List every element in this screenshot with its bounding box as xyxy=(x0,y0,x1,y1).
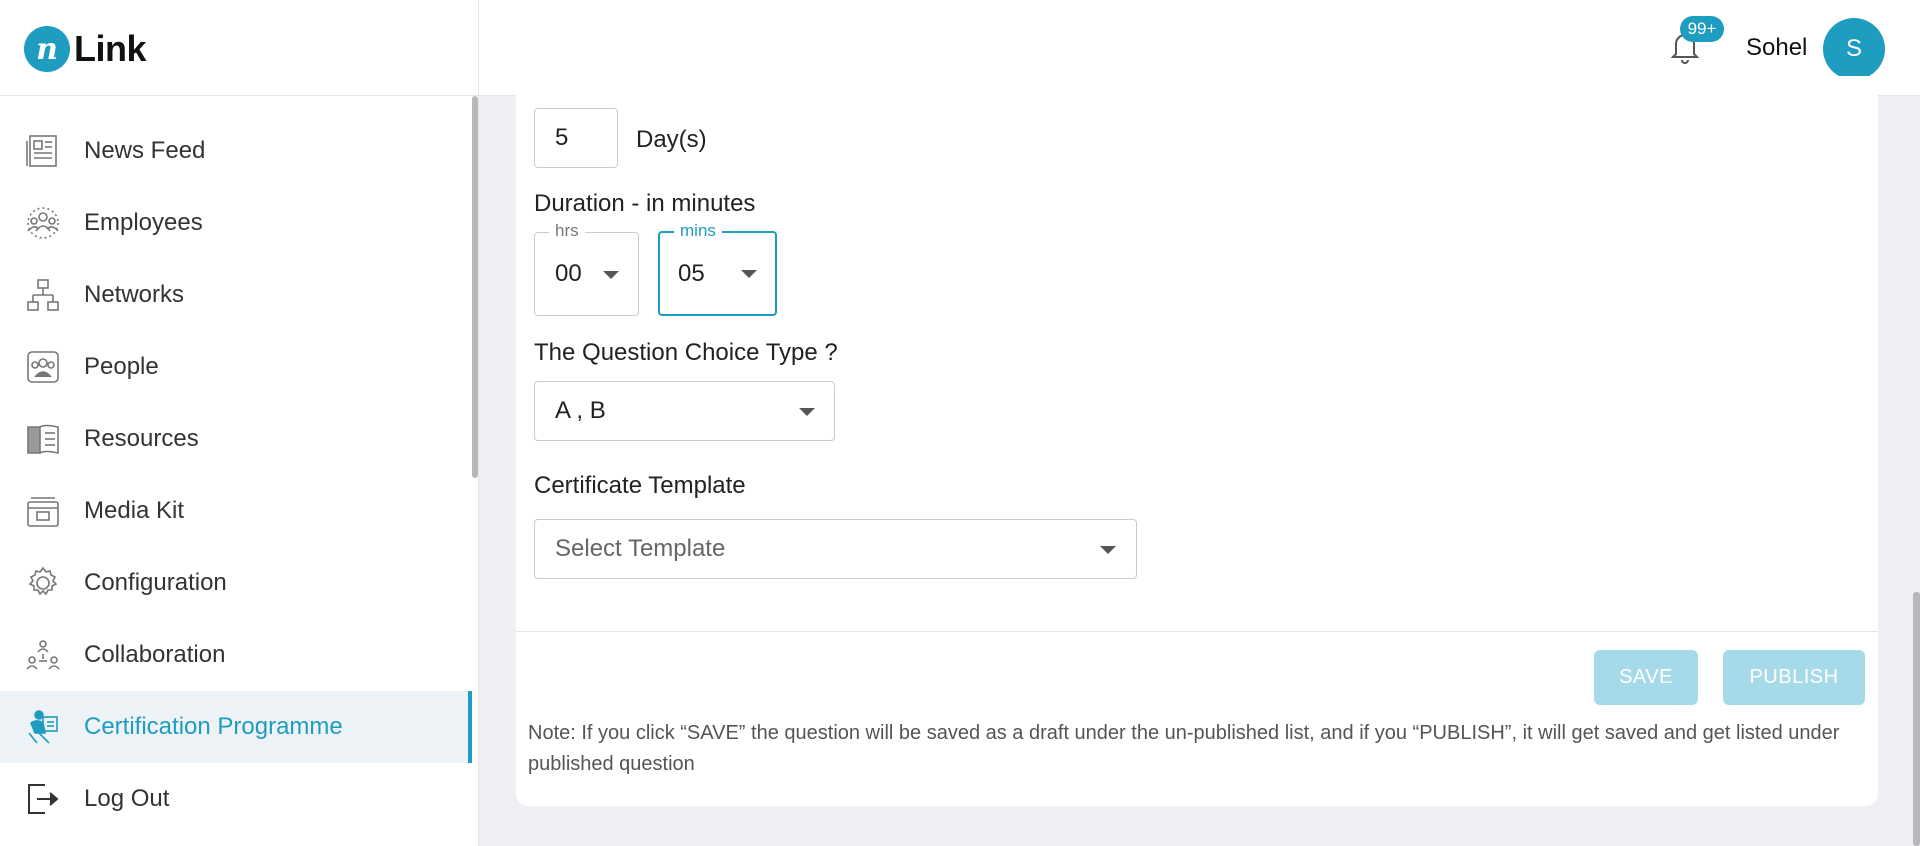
logo-text: Link xyxy=(74,28,147,69)
page-scrollbar-thumb[interactable] xyxy=(1913,592,1920,846)
minutes-select[interactable]: mins 05 xyxy=(658,221,777,316)
employees-icon xyxy=(24,204,62,242)
sidebar-item-label: Log Out xyxy=(84,785,170,812)
sidebar-item-label: Media Kit xyxy=(84,497,185,524)
newspaper-icon xyxy=(24,132,62,170)
chevron-down-icon xyxy=(1100,546,1116,554)
duration-title: Duration - in minutes xyxy=(534,190,756,217)
sidebar: n Link News Feed Employees Networks Peop… xyxy=(0,0,479,846)
choice-type-value: A , B xyxy=(555,397,606,424)
choice-type-select[interactable]: A , B xyxy=(534,381,835,441)
save-button[interactable]: SAVE xyxy=(1594,650,1698,705)
chevron-down-icon xyxy=(741,270,757,278)
network-icon xyxy=(24,276,62,314)
sidebar-item-log-out[interactable]: Log Out xyxy=(0,763,472,835)
hours-select-value: 00 xyxy=(555,260,582,287)
choice-type-title: The Question Choice Type ? xyxy=(534,339,838,366)
chevron-down-icon xyxy=(799,408,815,416)
sidebar-item-label: Employees xyxy=(84,209,203,236)
sidebar-item-people[interactable]: People xyxy=(0,331,472,403)
sidebar-item-label: Networks xyxy=(84,281,185,308)
sidebar-item-label: Resources xyxy=(84,425,199,452)
people-icon xyxy=(24,348,62,386)
publish-button[interactable]: PUBLISH xyxy=(1723,650,1865,705)
sidebar-item-label: People xyxy=(84,353,159,380)
certificate-template-select[interactable]: Select Template xyxy=(534,519,1137,579)
sidebar-nav: News Feed Employees Networks People Reso… xyxy=(0,115,472,835)
chevron-down-icon xyxy=(603,271,619,279)
sidebar-item-employees[interactable]: Employees xyxy=(0,187,472,259)
media-kit-icon xyxy=(24,492,62,530)
app-logo[interactable]: n Link xyxy=(24,26,147,72)
sidebar-item-label: News Feed xyxy=(84,137,206,164)
logo-badge: n xyxy=(24,26,70,72)
hours-select-label: hrs xyxy=(549,221,585,241)
sidebar-item-news-feed[interactable]: News Feed xyxy=(0,115,472,187)
gear-icon xyxy=(24,564,62,602)
sidebar-item-media-kit[interactable]: Media Kit xyxy=(0,475,472,547)
certification-icon xyxy=(24,708,62,746)
sidebar-item-certification-programme[interactable]: Certification Programme xyxy=(0,691,472,763)
sidebar-divider xyxy=(0,95,478,96)
sidebar-item-networks[interactable]: Networks xyxy=(0,259,472,331)
user-name[interactable]: Sohel xyxy=(1746,34,1807,62)
notification-badge: 99+ xyxy=(1680,16,1724,42)
avatar[interactable]: S xyxy=(1823,18,1885,80)
sidebar-scrollbar[interactable] xyxy=(471,96,478,846)
collaboration-icon xyxy=(24,636,62,674)
sidebar-item-collaboration[interactable]: Collaboration xyxy=(0,619,472,691)
sidebar-item-label: Configuration xyxy=(84,569,227,596)
hours-select[interactable]: hrs 00 xyxy=(534,221,639,316)
book-icon xyxy=(24,420,62,458)
days-label: Day(s) xyxy=(636,126,707,153)
minutes-select-value: 05 xyxy=(678,259,705,287)
save-publish-note: Note: If you click “SAVE” the question w… xyxy=(528,722,1840,775)
sidebar-item-configuration[interactable]: Configuration xyxy=(0,547,472,619)
logout-icon xyxy=(24,780,62,818)
form-divider xyxy=(516,631,1878,632)
days-input[interactable]: 5 xyxy=(534,108,618,168)
minutes-select-label: mins xyxy=(674,221,722,241)
sidebar-item-label: Certification Programme xyxy=(84,713,343,740)
certificate-template-title: Certificate Template xyxy=(534,472,746,499)
certificate-template-placeholder: Select Template xyxy=(555,535,726,562)
sidebar-item-resources[interactable]: Resources xyxy=(0,403,472,475)
sidebar-item-label: Collaboration xyxy=(84,641,226,668)
sidebar-scrollbar-thumb[interactable] xyxy=(472,96,478,478)
